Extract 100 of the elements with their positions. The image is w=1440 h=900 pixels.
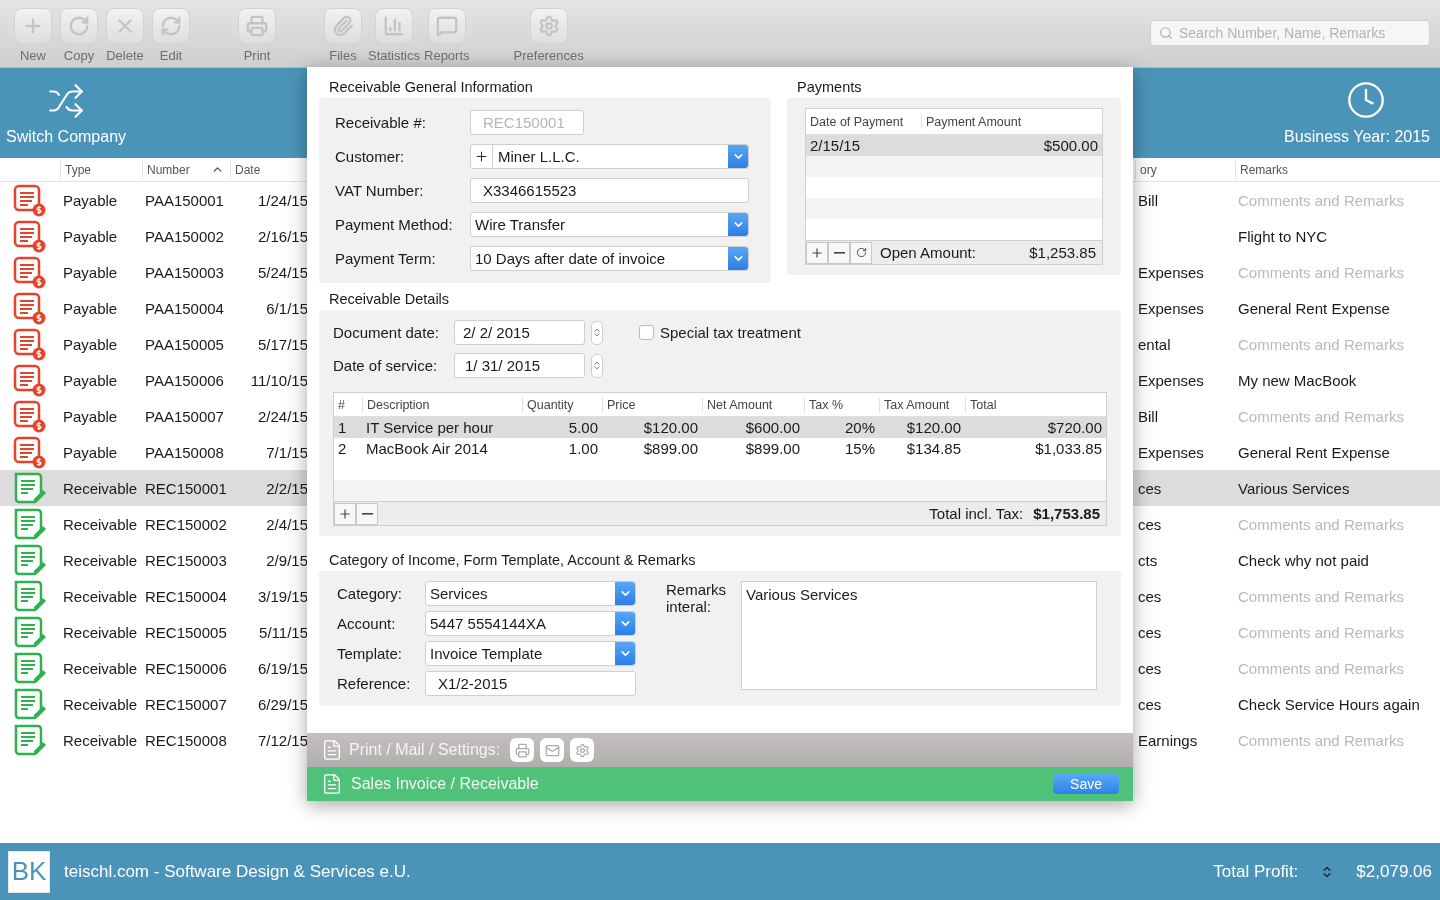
checkbox-label: Special tax treatment xyxy=(660,324,801,341)
dialog-title: Sales Invoice / Receivable xyxy=(351,775,539,793)
table-cell-text: Receivable xyxy=(62,515,139,533)
field-label: Payment Method: xyxy=(335,216,454,233)
table-cell-text: Comments and Remarks xyxy=(1237,623,1405,641)
business-year-label: Business Year: 2015 xyxy=(1284,128,1430,146)
table-cell-text: $500.00 xyxy=(1042,137,1099,154)
table-cell-text: Check why not paid xyxy=(1237,551,1370,569)
table-cell-text: Payable xyxy=(62,227,119,245)
table-cell-text: 6/29/15 xyxy=(256,695,308,713)
table-cell-text: ces xyxy=(1137,515,1163,533)
table-cell-text: 11/10/15 xyxy=(249,371,308,389)
table-cell-text: $120.00 xyxy=(905,419,962,436)
table-cell-text: 2/15/15 xyxy=(809,137,862,154)
field-label: Reference: xyxy=(337,675,412,692)
column-header: Description xyxy=(362,397,522,412)
open-amount-label: Open Amount: xyxy=(880,244,976,261)
table-cell-text: Receivable xyxy=(62,695,139,713)
table-cell-text: PAA150004 xyxy=(144,299,225,317)
table-cell-text: Receivable xyxy=(62,731,139,749)
table-cell-text: REC150004 xyxy=(144,587,228,605)
table-cell-text: 2/4/15 xyxy=(265,515,308,533)
table-cell-text: Comments and Remarks xyxy=(1237,407,1405,425)
table-cell-text: $600.00 xyxy=(744,419,801,436)
table-cell-text: PAA150001 xyxy=(144,191,225,209)
table-cell-text: 5/17/15 xyxy=(256,335,308,353)
table-cell-text: PAA150005 xyxy=(144,335,225,353)
table-cell-text: Payable xyxy=(62,263,119,281)
total-profit-label: Total Profit: xyxy=(1213,861,1299,882)
total-label: Total incl. Tax: xyxy=(929,505,1024,522)
table-cell-text: $120.00 xyxy=(642,419,699,436)
table-cell-text: REC150007 xyxy=(144,695,228,713)
table-cell-text: PAA150006 xyxy=(144,371,225,389)
table-cell-text: 1 xyxy=(337,419,348,436)
table-cell-text: 15% xyxy=(843,440,876,457)
table-cell-text: PAA150007 xyxy=(144,407,225,425)
table-cell-text: PAA150002 xyxy=(144,227,225,245)
table-cell-text: Bill xyxy=(1137,407,1159,425)
field-label: Account: xyxy=(337,615,397,632)
table-cell-text: Comments and Remarks xyxy=(1237,731,1405,749)
table-cell-text: $899.00 xyxy=(744,440,801,457)
table-cell-text: MacBook Air 2014 xyxy=(365,440,489,457)
open-amount-value: $1,253.85 xyxy=(1029,244,1097,261)
field-label: Date of service: xyxy=(333,357,439,374)
table-cell-text: Receivable xyxy=(62,659,139,677)
table-cell-text: 3/19/15 xyxy=(256,587,308,605)
table-cell-text: Comments and Remarks xyxy=(1237,587,1405,605)
table-cell-text: Payable xyxy=(62,407,119,425)
column-header: Date of Payment xyxy=(809,114,905,129)
table-cell-text: 6/1/15 xyxy=(265,299,308,317)
table-cell-text: Payable xyxy=(62,335,119,353)
table-cell-text: Check Service Hours again xyxy=(1237,695,1421,713)
table-cell-text: My new MacBook xyxy=(1237,371,1358,389)
table-cell-text: REC150003 xyxy=(144,551,228,569)
table-cell-text: 5/11/15 xyxy=(258,623,308,641)
table-cell-text: Receivable xyxy=(62,479,139,497)
table-cell-text: cts xyxy=(1137,551,1159,569)
column-header: Net Amount xyxy=(702,397,804,412)
table-cell-text: General Rent Expense xyxy=(1237,443,1391,461)
table-cell-text: REC150008 xyxy=(144,731,228,749)
table-cell-text: PAA150003 xyxy=(144,263,225,281)
table-cell-text: Comments and Remarks xyxy=(1237,515,1405,533)
company-name: teischl.com - Software Design & Services e.U. xyxy=(64,861,411,882)
table-cell-text: Expenses xyxy=(1137,443,1205,461)
table-cell-text: Comments and Remarks xyxy=(1237,263,1405,281)
table-cell-text: Earnings xyxy=(1137,731,1199,749)
table-cell-text: Comments and Remarks xyxy=(1237,659,1405,677)
table-cell-text: Receivable xyxy=(62,551,139,569)
table-cell-text: Various Services xyxy=(1237,479,1351,497)
total-profit-value: $2,079.06 xyxy=(1356,861,1432,882)
field-label: Remarks interal: xyxy=(666,581,727,615)
table-cell-text: 2 xyxy=(337,440,348,457)
field-label: Payment Term: xyxy=(335,250,437,267)
table-cell-text: REC150006 xyxy=(144,659,228,677)
table-cell-text: Expenses xyxy=(1137,299,1205,317)
column-header: Tax Amount xyxy=(879,397,965,412)
table-cell-text: Payable xyxy=(62,299,119,317)
table-cell-text: PAA150008 xyxy=(144,443,225,461)
table-cell-text: Receivable xyxy=(62,623,139,641)
table-cell-text: REC150002 xyxy=(144,515,228,533)
table-cell-text: 1.00 xyxy=(567,440,599,457)
table-cell-text: 2/16/15 xyxy=(256,227,308,245)
field-label: VAT Number: xyxy=(335,182,425,199)
print-bar-label: Print / Mail / Settings: xyxy=(349,741,501,759)
table-cell-text: 1/24/15 xyxy=(256,191,308,209)
total-value: $1,753.85 xyxy=(1033,505,1101,522)
table-cell-text: 2/2/15 xyxy=(265,479,308,497)
table-cell-text: General Rent Expense xyxy=(1237,299,1391,317)
field-label: Receivable #: xyxy=(335,114,427,131)
table-cell-text: $720.00 xyxy=(1046,419,1103,436)
table-cell-text: Payable xyxy=(62,443,119,461)
table-cell-text: 6/19/15 xyxy=(256,659,308,677)
table-cell-text: 5.00 xyxy=(567,419,599,436)
readonly-field: REC150001 xyxy=(470,110,584,135)
column-header: # xyxy=(337,397,346,412)
table-cell-text: ental xyxy=(1137,335,1172,353)
section-title: Receivable General Information xyxy=(328,79,534,95)
table-cell-text: REC150005 xyxy=(144,623,228,641)
table-cell-text: Bill xyxy=(1137,191,1159,209)
table-cell-text: Expenses xyxy=(1137,371,1205,389)
